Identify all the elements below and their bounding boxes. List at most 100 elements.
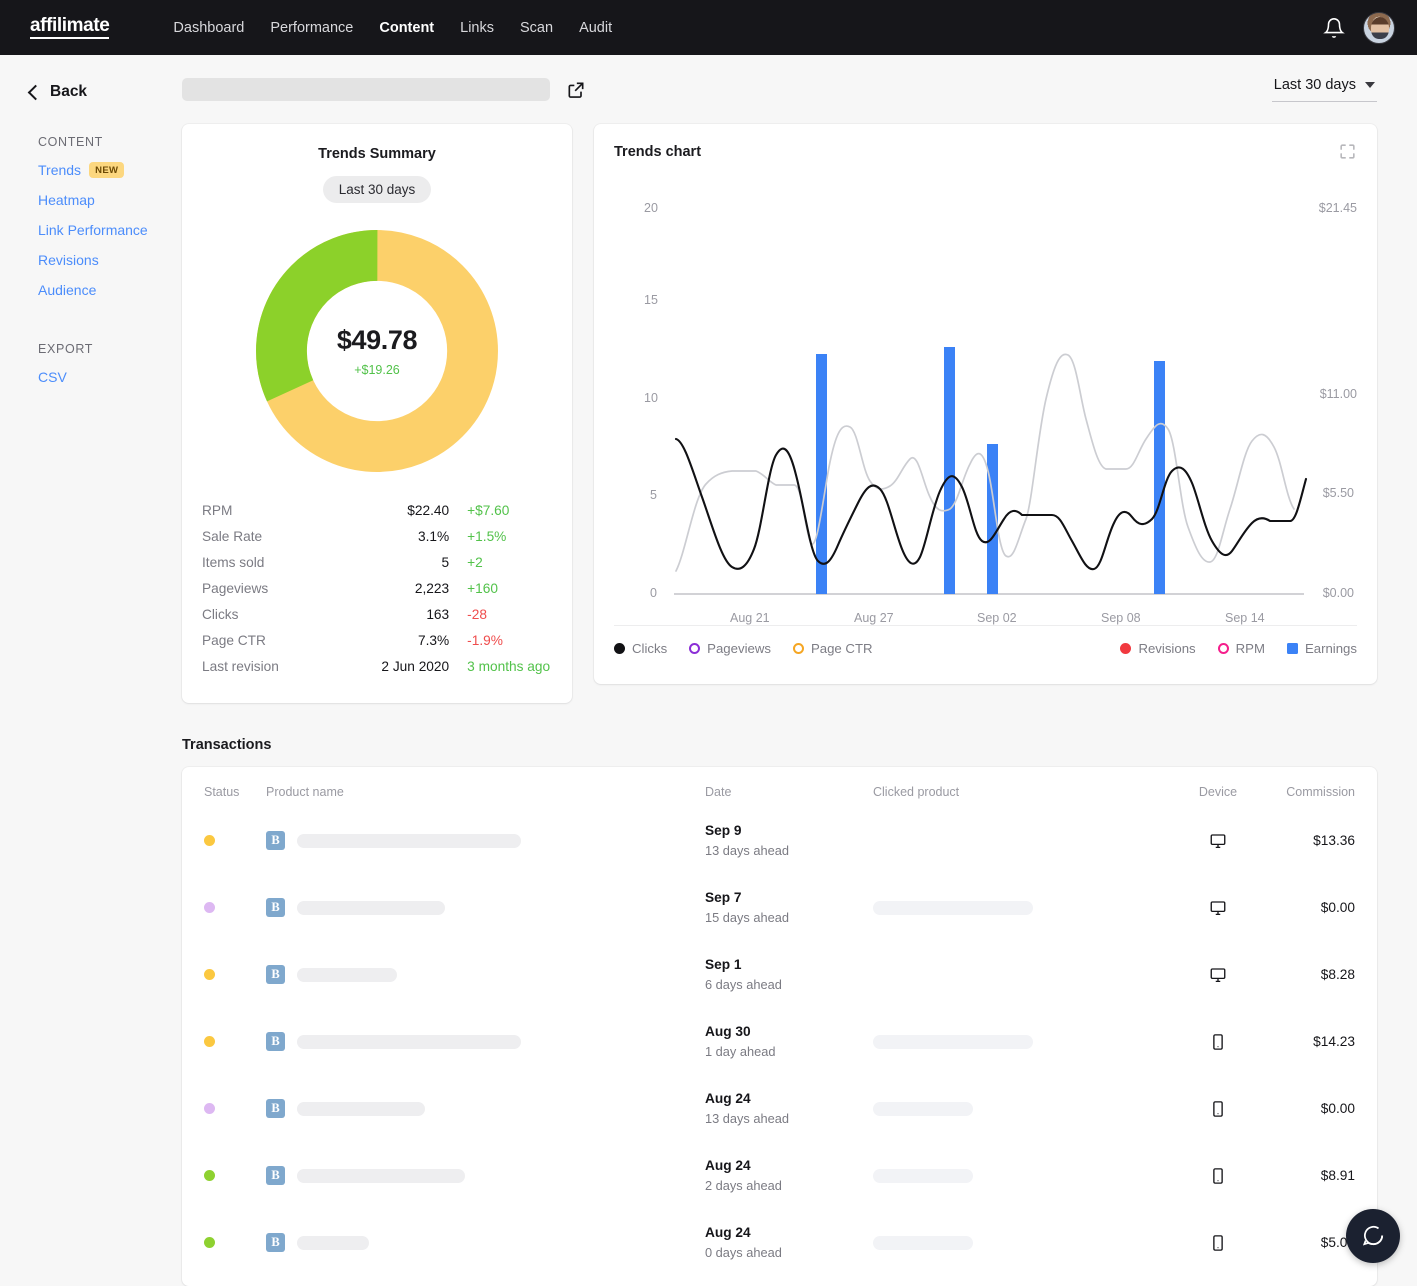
back-button[interactable]: Back (26, 83, 182, 101)
metric-label: Pageviews (202, 581, 340, 596)
sidebar-item-revisions[interactable]: Revisions (38, 252, 182, 268)
mobile-icon (1209, 1234, 1227, 1252)
chart-title: Trends chart (614, 144, 701, 160)
metric-row: Clicks 163 -28 (202, 601, 552, 627)
product-name-placeholder (297, 1035, 521, 1049)
brand-logo-icon: B (266, 898, 285, 917)
column-header-device: Device (1173, 785, 1263, 799)
status-badge (204, 835, 215, 846)
clicked-product-cell (873, 1236, 1173, 1250)
top-navigation-bar: affilimate Dashboard Performance Content… (0, 0, 1417, 55)
legend-item-page-ctr[interactable]: Page CTR (793, 641, 873, 656)
product-cell: B (266, 1032, 705, 1051)
sidebar-item-label: Link Performance (38, 222, 148, 238)
sidebar-item-link-performance[interactable]: Link Performance (38, 222, 182, 238)
desktop-icon (1209, 899, 1227, 917)
chat-bubble-icon (1360, 1223, 1386, 1249)
brand-logo[interactable]: affilimate (30, 16, 109, 40)
product-name-placeholder (297, 834, 521, 848)
table-row[interactable]: B Aug 24 13 days ahead $0.00 (204, 1075, 1355, 1142)
device-cell (1173, 1033, 1263, 1051)
metric-row: Sale Rate 3.1% +1.5% (202, 523, 552, 549)
date-range-selector[interactable]: Last 30 days (1272, 77, 1377, 102)
cards-row: Trends Summary Last 30 days (182, 124, 1377, 703)
metric-value: $22.40 (340, 503, 449, 518)
date-cell: Aug 24 13 days ahead (705, 1091, 873, 1126)
device-cell (1173, 1234, 1263, 1252)
metric-label: Items sold (202, 555, 340, 570)
metric-delta: -28 (449, 607, 552, 622)
date-cell: Sep 1 6 days ahead (705, 957, 873, 992)
date-cell: Sep 9 13 days ahead (705, 823, 873, 858)
main-content: Last 30 days Trends Summary Last 30 days (182, 55, 1417, 1278)
date-relative: 15 days ahead (705, 910, 873, 925)
summary-range-pill[interactable]: Last 30 days (323, 176, 432, 203)
table-row[interactable]: B Sep 7 15 days ahead $0.00 (204, 874, 1355, 941)
sidebar: Back CONTENT Trends NEW Heatmap Link Per… (0, 55, 182, 1278)
table-row[interactable]: B Sep 9 13 days ahead $13.36 (204, 807, 1355, 874)
status-cell (204, 1237, 266, 1248)
metric-delta: 3 months ago (449, 659, 552, 674)
table-row[interactable]: B Aug 24 2 days ahead $8.91 (204, 1142, 1355, 1209)
product-name-placeholder (297, 968, 397, 982)
sidebar-item-label: Audience (38, 282, 96, 298)
legend-group-right: Revisions RPM Earnings (1120, 641, 1357, 656)
nav-link-performance[interactable]: Performance (270, 20, 353, 36)
clicked-product-placeholder (873, 1035, 1033, 1049)
legend-item-clicks[interactable]: Clicks (614, 641, 667, 656)
metric-row: Pageviews 2,223 +160 (202, 575, 552, 601)
date-range-label: Last 30 days (1274, 77, 1356, 93)
donut-chart-wrapper: $49.78 +$19.26 (202, 229, 552, 473)
status-cell (204, 969, 266, 980)
table-row[interactable]: B Aug 24 0 days ahead $5.01 (204, 1209, 1355, 1276)
chart-header: Trends chart (614, 142, 1357, 161)
primary-nav-links: Dashboard Performance Content Links Scan… (173, 20, 612, 36)
sidebar-item-csv[interactable]: CSV (38, 369, 182, 385)
metric-label: Last revision (202, 659, 340, 674)
nav-link-audit[interactable]: Audit (579, 20, 612, 36)
trends-summary-card: Trends Summary Last 30 days (182, 124, 572, 703)
product-cell: B (266, 1166, 705, 1185)
sidebar-item-label: Trends (38, 162, 81, 178)
table-row[interactable]: B Aug 30 1 day ahead $14.23 (204, 1008, 1355, 1075)
toolbar-row: Last 30 days (182, 77, 1377, 102)
user-avatar[interactable] (1363, 12, 1395, 44)
nav-link-dashboard[interactable]: Dashboard (173, 20, 244, 36)
date-value: Aug 24 (705, 1091, 873, 1106)
nav-link-links[interactable]: Links (460, 20, 494, 36)
brand-logo-icon: B (266, 1233, 285, 1252)
revisions-marker-icon (1120, 643, 1131, 654)
legend-item-rpm[interactable]: RPM (1218, 641, 1265, 656)
date-relative: 13 days ahead (705, 843, 873, 858)
sidebar-group-export-title: EXPORT (38, 342, 182, 356)
legend-item-pageviews[interactable]: Pageviews (689, 641, 771, 656)
pageviews-line (676, 354, 1294, 571)
external-link-icon[interactable] (566, 80, 586, 100)
legend-item-revisions[interactable]: Revisions (1120, 641, 1195, 656)
clicked-product-cell (873, 1169, 1173, 1183)
table-row[interactable]: B Sep 1 6 days ahead $8.28 (204, 941, 1355, 1008)
nav-link-content[interactable]: Content (379, 20, 434, 36)
date-value: Sep 1 (705, 957, 873, 972)
nav-link-scan[interactable]: Scan (520, 20, 553, 36)
mobile-icon (1209, 1100, 1227, 1118)
donut-center-labels: $49.78 +$19.26 (255, 229, 499, 473)
sidebar-item-heatmap[interactable]: Heatmap (38, 192, 182, 208)
expand-icon[interactable] (1338, 142, 1357, 161)
legend-label: RPM (1236, 641, 1265, 656)
column-header-status: Status (204, 785, 266, 799)
url-input[interactable] (182, 78, 550, 101)
help-chat-button[interactable] (1346, 1209, 1400, 1263)
x-axis-tick: Sep 02 (977, 611, 1017, 625)
product-cell: B (266, 1099, 705, 1118)
status-badge (204, 1237, 215, 1248)
sidebar-item-trends[interactable]: Trends NEW (38, 162, 182, 178)
status-badge (204, 969, 215, 980)
sidebar-item-audience[interactable]: Audience (38, 282, 182, 298)
table-header-row: Status Product name Date Clicked product… (204, 767, 1355, 807)
nav-right-actions (1323, 12, 1395, 44)
legend-item-earnings[interactable]: Earnings (1287, 641, 1357, 656)
bell-icon[interactable] (1323, 16, 1345, 40)
commission-value: $5.01 (1263, 1235, 1355, 1250)
chart-plot-area: 20 15 10 5 0 $21.45 $11.00 $5.50 $0.00 A… (614, 179, 1357, 609)
